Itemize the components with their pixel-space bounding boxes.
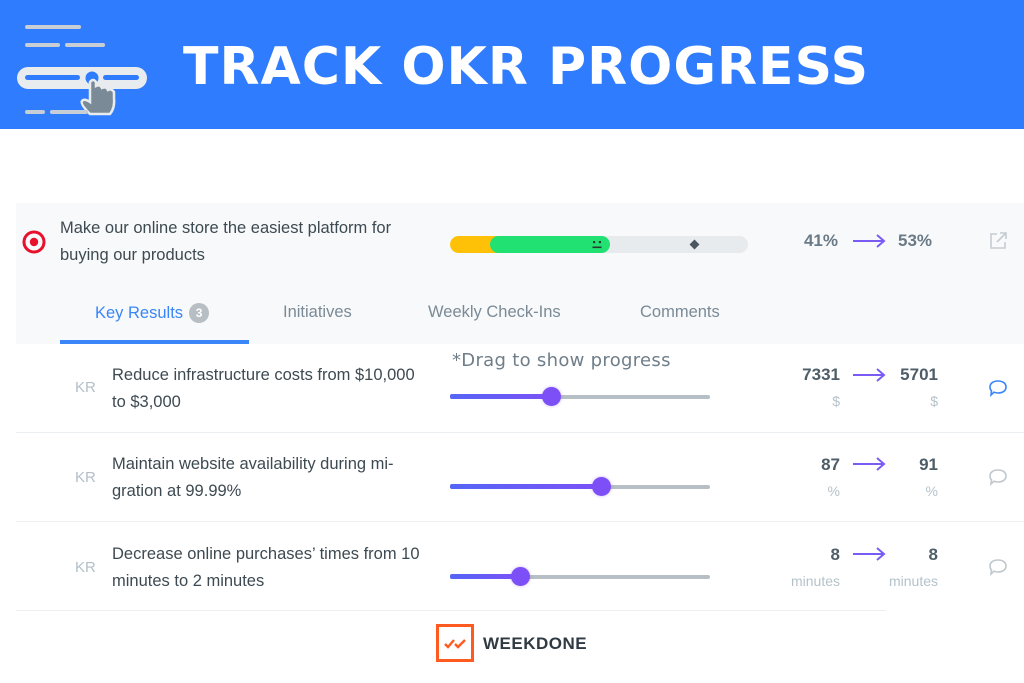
- objective-title[interactable]: Make our online store the easiest platfo…: [60, 215, 440, 269]
- tab-label: Key Results: [95, 304, 184, 322]
- kr-current-value: 91: [919, 455, 938, 474]
- row-divider: [16, 432, 1024, 433]
- kr-current-unit: $: [930, 393, 938, 409]
- kr-title[interactable]: Reduce infrastructure costs from $10,000…: [112, 362, 432, 416]
- slider-thumb[interactable]: [591, 477, 611, 496]
- kr-previous-value: 8: [830, 545, 840, 564]
- kr-title[interactable]: Maintain website availability during mi-…: [112, 451, 432, 505]
- tab-weekly-check-ins[interactable]: Weekly Check-Ins: [428, 303, 561, 322]
- kr-progress-slider[interactable]: [450, 387, 710, 406]
- slider-fill: [450, 574, 521, 579]
- kr-current-value: 8: [928, 545, 938, 564]
- tab-initiatives[interactable]: Initiatives: [283, 303, 352, 322]
- row-divider: [16, 521, 1024, 522]
- kr-label: KR: [75, 559, 96, 576]
- arrow-right-icon: [853, 234, 886, 248]
- objective-current-percent: 53%: [898, 231, 933, 250]
- kr-progress-slider[interactable]: [450, 567, 710, 586]
- kr-label: KR: [75, 469, 96, 486]
- kr-previous-unit: $: [832, 393, 840, 409]
- tab-comments[interactable]: Comments: [640, 303, 720, 322]
- kr-current-unit: minutes: [888, 573, 938, 589]
- banner-title: TRACK OKR PROGRESS: [183, 37, 870, 97]
- kr-previous-unit: %: [827, 483, 840, 499]
- comment-icon[interactable]: [988, 379, 1008, 397]
- key-results-count-badge: 3: [189, 303, 210, 323]
- slider-fill: [450, 394, 552, 399]
- slider-fill: [450, 484, 601, 489]
- tab-key-results[interactable]: Key Results 3: [95, 303, 210, 323]
- neutral-face-icon: [592, 241, 602, 249]
- comment-icon[interactable]: [988, 468, 1008, 486]
- kr-title[interactable]: Decrease online purchases’ times from 10…: [112, 541, 432, 595]
- weekdone-logo: [436, 624, 474, 662]
- objective-previous-percent: 41%: [803, 231, 838, 250]
- row-divider: [16, 610, 886, 611]
- slider-hand-pointer-icon: [17, 25, 147, 116]
- kr-current-value: 5701: [900, 365, 938, 384]
- active-tab-indicator: [60, 340, 249, 344]
- comment-icon[interactable]: [988, 558, 1008, 576]
- brand-name: WEEKDONE: [483, 634, 588, 653]
- target-icon: [22, 230, 46, 254]
- kr-label: KR: [75, 379, 96, 396]
- external-link-icon[interactable]: [988, 231, 1008, 251]
- kr-previous-unit: minutes: [790, 573, 840, 589]
- kr-previous-value: 87: [821, 455, 840, 474]
- double-check-icon: [444, 639, 466, 649]
- header-banner: TRACK OKR PROGRESS: [0, 0, 1024, 129]
- kr-previous-value: 7331: [802, 365, 840, 384]
- kr-progress-slider[interactable]: [450, 477, 710, 496]
- kr-current-unit: %: [925, 483, 938, 499]
